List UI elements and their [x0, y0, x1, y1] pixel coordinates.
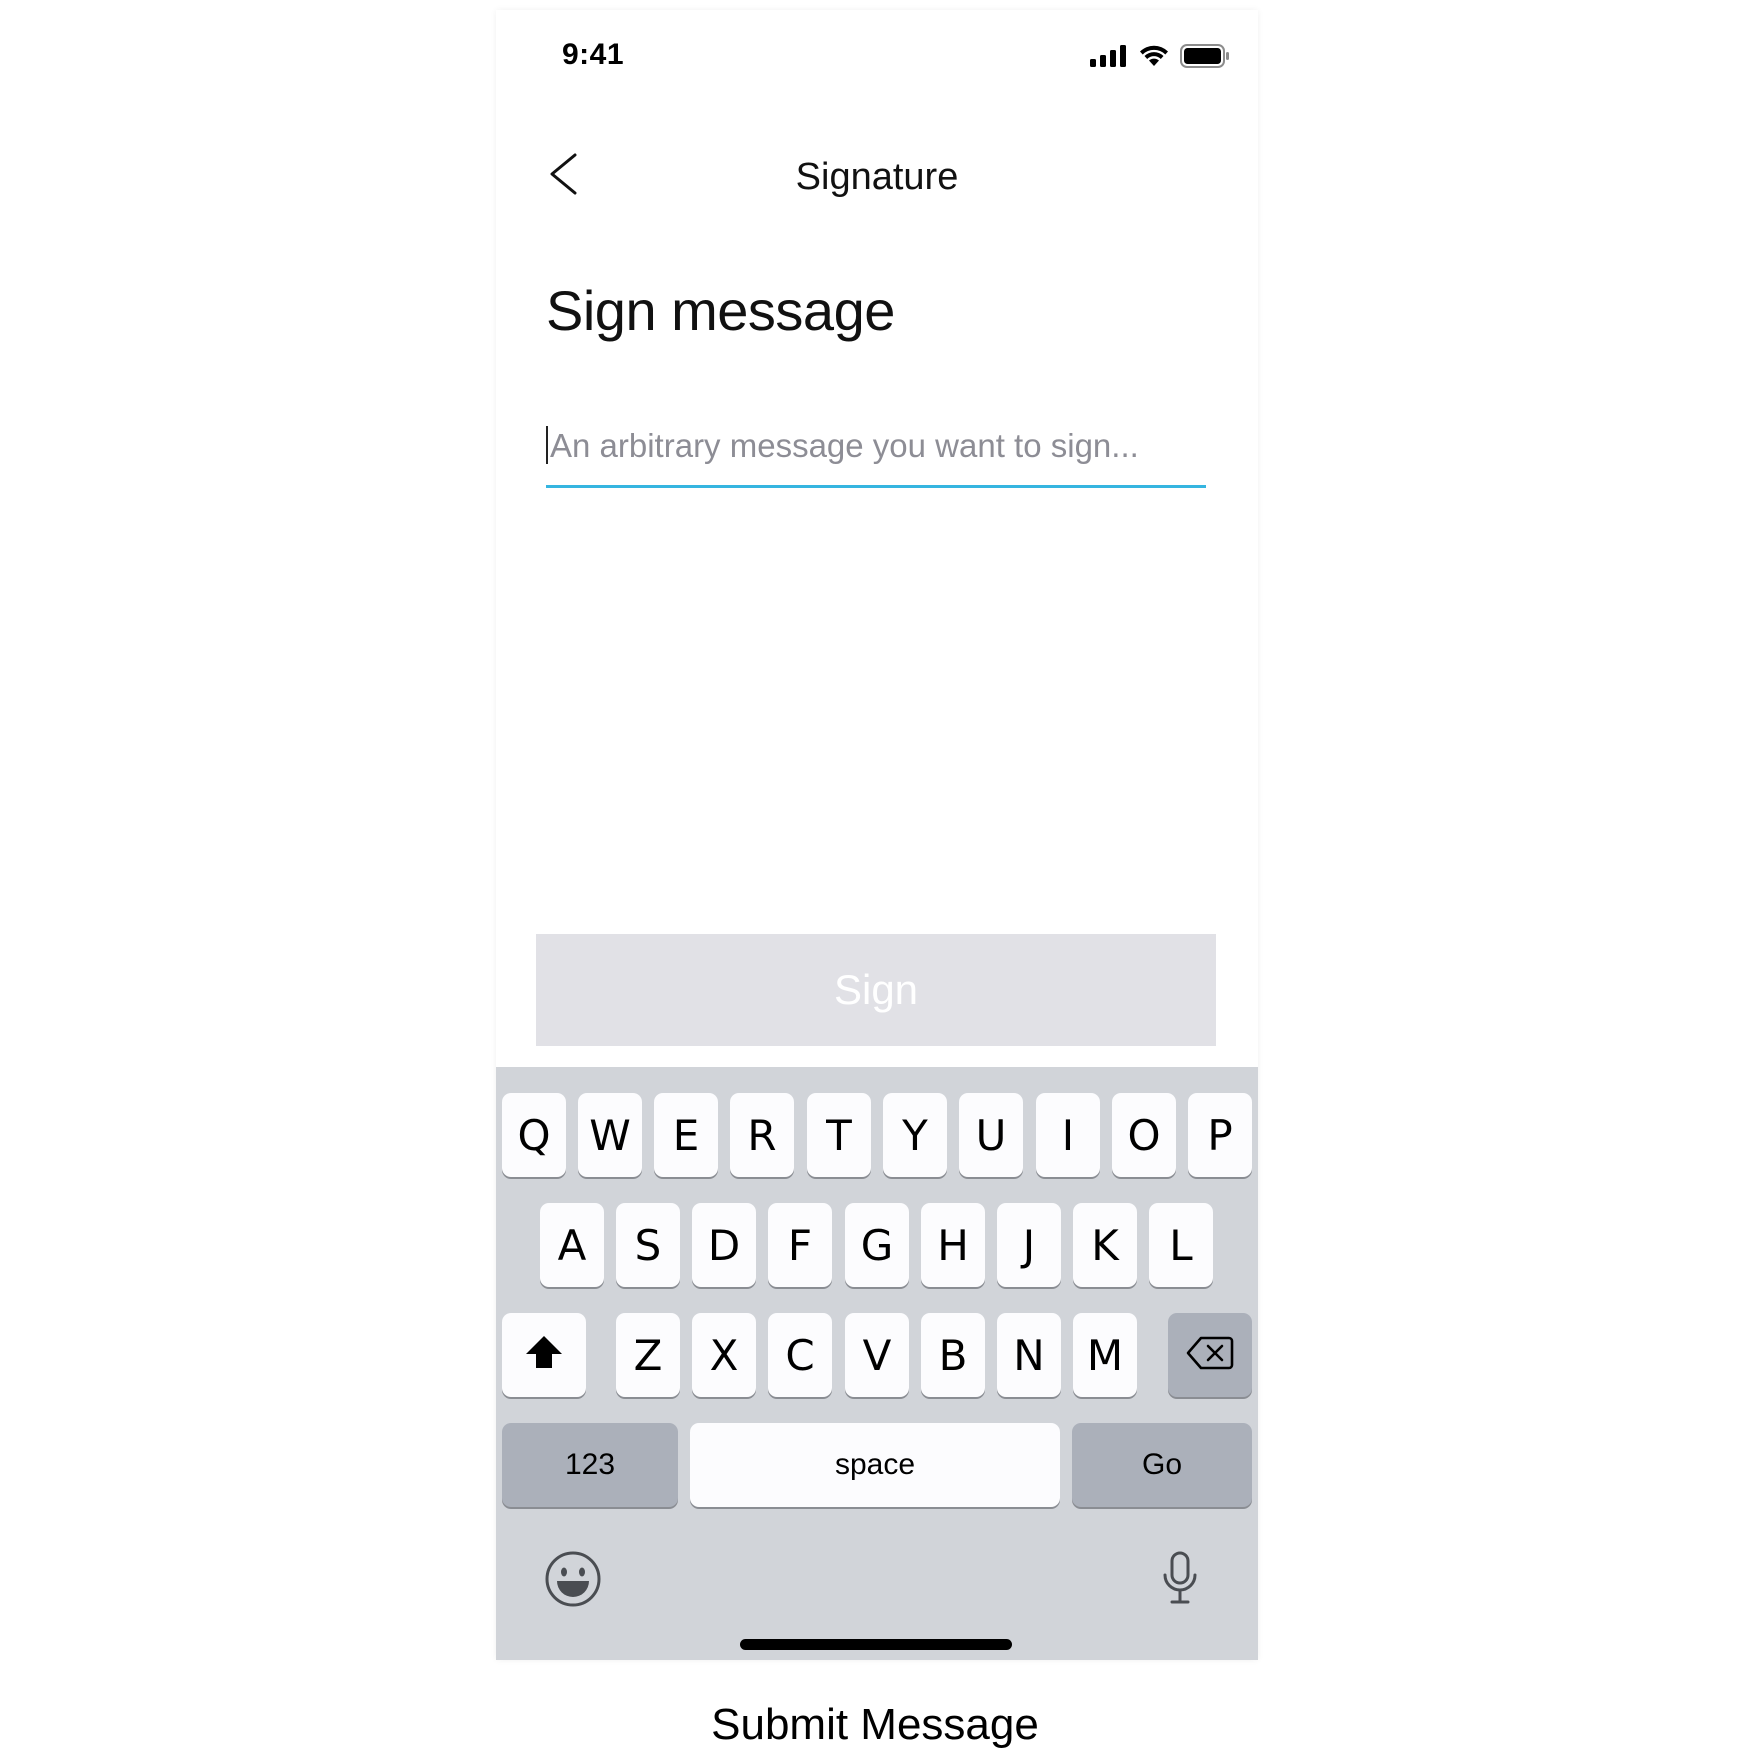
key-n[interactable]: N [997, 1313, 1061, 1397]
key-v[interactable]: V [845, 1313, 909, 1397]
key-c[interactable]: C [768, 1313, 832, 1397]
key-m[interactable]: M [1073, 1313, 1137, 1397]
key-o[interactable]: O [1112, 1093, 1176, 1177]
key-z[interactable]: Z [616, 1313, 680, 1397]
sign-button[interactable]: Sign [536, 934, 1216, 1046]
caption: Submit Message [711, 1700, 1039, 1749]
key-e[interactable]: E [654, 1093, 718, 1177]
shift-icon [524, 1331, 564, 1380]
status-time: 9:41 [562, 38, 625, 71]
key-y[interactable]: Y [883, 1093, 947, 1177]
space-key[interactable]: space [690, 1423, 1060, 1507]
key-k[interactable]: K [1073, 1203, 1137, 1287]
key-q[interactable]: Q [502, 1093, 566, 1177]
go-key[interactable]: Go [1072, 1423, 1252, 1507]
home-indicator [740, 1639, 1012, 1650]
emoji-button[interactable] [544, 1550, 602, 1613]
key-u[interactable]: U [959, 1093, 1023, 1177]
emoji-icon [544, 1550, 602, 1613]
keyboard: Q W E R T Y U I O P A S D F G H J K L Z … [496, 1067, 1258, 1660]
key-f[interactable]: F [768, 1203, 832, 1287]
signal-icon [1090, 45, 1128, 72]
microphone-button[interactable] [1156, 1551, 1204, 1612]
key-j[interactable]: J [997, 1203, 1061, 1287]
nav-title: Signature [795, 156, 959, 198]
message-input[interactable] [546, 422, 1206, 470]
message-field[interactable] [546, 404, 1206, 488]
delete-key[interactable] [1168, 1313, 1252, 1397]
microphone-icon [1160, 1551, 1200, 1612]
battery-icon [1180, 44, 1230, 73]
status-icons [1090, 44, 1230, 73]
key-t[interactable]: T [807, 1093, 871, 1177]
wifi-icon [1138, 44, 1170, 73]
key-w[interactable]: W [578, 1093, 642, 1177]
key-h[interactable]: H [921, 1203, 985, 1287]
key-p[interactable]: P [1188, 1093, 1252, 1177]
key-l[interactable]: L [1149, 1203, 1213, 1287]
backspace-icon [1186, 1331, 1234, 1380]
key-x[interactable]: X [692, 1313, 756, 1397]
key-r[interactable]: R [730, 1093, 794, 1177]
key-b[interactable]: B [921, 1313, 985, 1397]
page-heading: Sign message [546, 279, 895, 342]
key-s[interactable]: S [616, 1203, 680, 1287]
key-a[interactable]: A [540, 1203, 604, 1287]
key-i[interactable]: I [1036, 1093, 1100, 1177]
key-d[interactable]: D [692, 1203, 756, 1287]
shift-key[interactable] [502, 1313, 586, 1397]
phone-screen: 9:41 Signature Sign message An arbitrary… [496, 10, 1258, 1660]
key-g[interactable]: G [845, 1203, 909, 1287]
numbers-key[interactable]: 123 [502, 1423, 678, 1507]
